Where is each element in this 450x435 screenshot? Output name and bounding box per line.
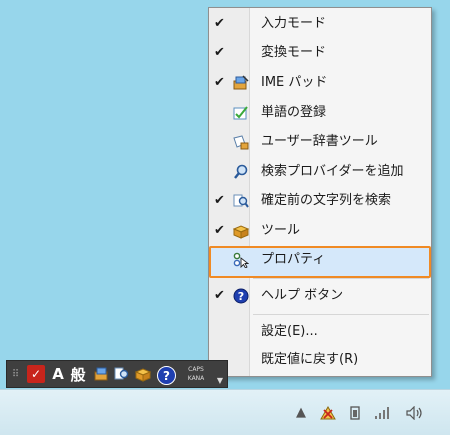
menu-item-add-search-provider[interactable]: 検索プロバイダーを追加 [209, 158, 431, 186]
menu-item-help-button[interactable]: ✔ ? ヘルプ ボタン [209, 282, 431, 310]
menu-item-label: 設定(E)... [261, 324, 318, 339]
menu-item-tools[interactable]: ✔ ツール [209, 217, 431, 245]
help-icon: ? [233, 288, 249, 304]
caps-label: CAPS [188, 366, 204, 373]
help-icon[interactable]: ? [157, 366, 176, 385]
menu-item-label: 変換モード [261, 45, 327, 60]
options-arrow-icon[interactable]: ▼ [215, 370, 225, 390]
language-bar: ⠿ ✓ A 般 ? CAPS KANA ▼ [6, 360, 228, 388]
kana-label: KANA [187, 375, 205, 382]
search-icon [234, 164, 248, 179]
power-icon[interactable] [348, 406, 362, 420]
check-mark-icon: ✔ [214, 45, 225, 60]
search-text-icon[interactable] [113, 364, 131, 384]
action-center-icon[interactable] [320, 406, 336, 420]
menu-item-user-dictionary[interactable]: ユーザー辞書ツール [209, 128, 431, 156]
check-mark-icon [214, 251, 228, 269]
check-mark-icon [214, 104, 228, 122]
caps-kana-indicator: CAPS KANA [179, 362, 213, 386]
check-mark-icon [214, 133, 228, 151]
menu-item-label: プロパティ [261, 252, 326, 267]
check-mark-icon: ✔ [214, 193, 225, 208]
menu-item-restore-defaults[interactable]: 既定値に戻す(R) [209, 346, 431, 374]
check-mark-icon: ✔ [214, 16, 225, 31]
menu-item-properties[interactable]: プロパティ [209, 246, 431, 274]
ime-pad-icon [233, 75, 249, 90]
menu-item-label: 入力モード [261, 16, 327, 31]
menu-separator [253, 314, 429, 315]
menu-item-label: ツール [261, 223, 301, 238]
conversion-mode-button[interactable]: 般 [67, 364, 89, 384]
menu-item-ime-pad[interactable]: ✔ IME パッド [209, 69, 431, 97]
menu-item-label: ヘルプ ボタン [261, 288, 344, 303]
menu-item-input-mode[interactable]: ✔ 入力モード [209, 10, 431, 38]
menu-item-conversion-mode[interactable]: ✔ 変換モード [209, 39, 431, 67]
ime-logo-icon[interactable]: ✓ [27, 365, 45, 383]
check-mark-icon: ✔ [214, 223, 225, 238]
menu-item-label: 確定前の文字列を検索 [261, 193, 392, 208]
menu-separator [253, 278, 429, 279]
check-mark-icon [214, 163, 228, 181]
menu-item-settings[interactable]: 設定(E)... [209, 318, 431, 346]
ime-pad-icon[interactable] [93, 364, 111, 384]
check-mark-icon [214, 323, 228, 341]
menu-item-label: 既定値に戻す(R) [261, 352, 359, 367]
menu-item-label: IME パッド [261, 75, 328, 90]
input-mode-button[interactable]: A [51, 364, 65, 384]
properties-icon [233, 252, 249, 268]
volume-icon[interactable] [406, 405, 424, 421]
menu-item-word-register[interactable]: 単語の登録 [209, 99, 431, 127]
dictionary-tool-icon [233, 135, 249, 150]
ime-context-menu: ✔ 入力モード ✔ 変換モード ✔ IME パッド 単語の登録 ユーザー辞書ツー… [208, 7, 432, 377]
toolbox-icon[interactable] [133, 364, 153, 384]
menu-item-search-unconfirmed[interactable]: ✔ 確定前の文字列を検索 [209, 187, 431, 215]
menu-item-label: ユーザー辞書ツール [261, 134, 378, 149]
svg-text:?: ? [238, 290, 244, 303]
menu-item-label: 単語の登録 [261, 105, 327, 120]
search-text-icon [233, 194, 249, 208]
show-hidden-icons-icon[interactable]: ▲ [296, 406, 306, 420]
grip-handle-icon[interactable]: ⠿ [11, 364, 19, 384]
check-mark-icon: ✔ [214, 288, 225, 303]
toolbox-icon [233, 225, 249, 239]
check-mark-icon: ✔ [214, 75, 225, 90]
menu-item-label: 検索プロバイダーを追加 [261, 164, 404, 179]
word-register-icon [233, 106, 248, 120]
network-signal-icon[interactable] [374, 406, 390, 420]
